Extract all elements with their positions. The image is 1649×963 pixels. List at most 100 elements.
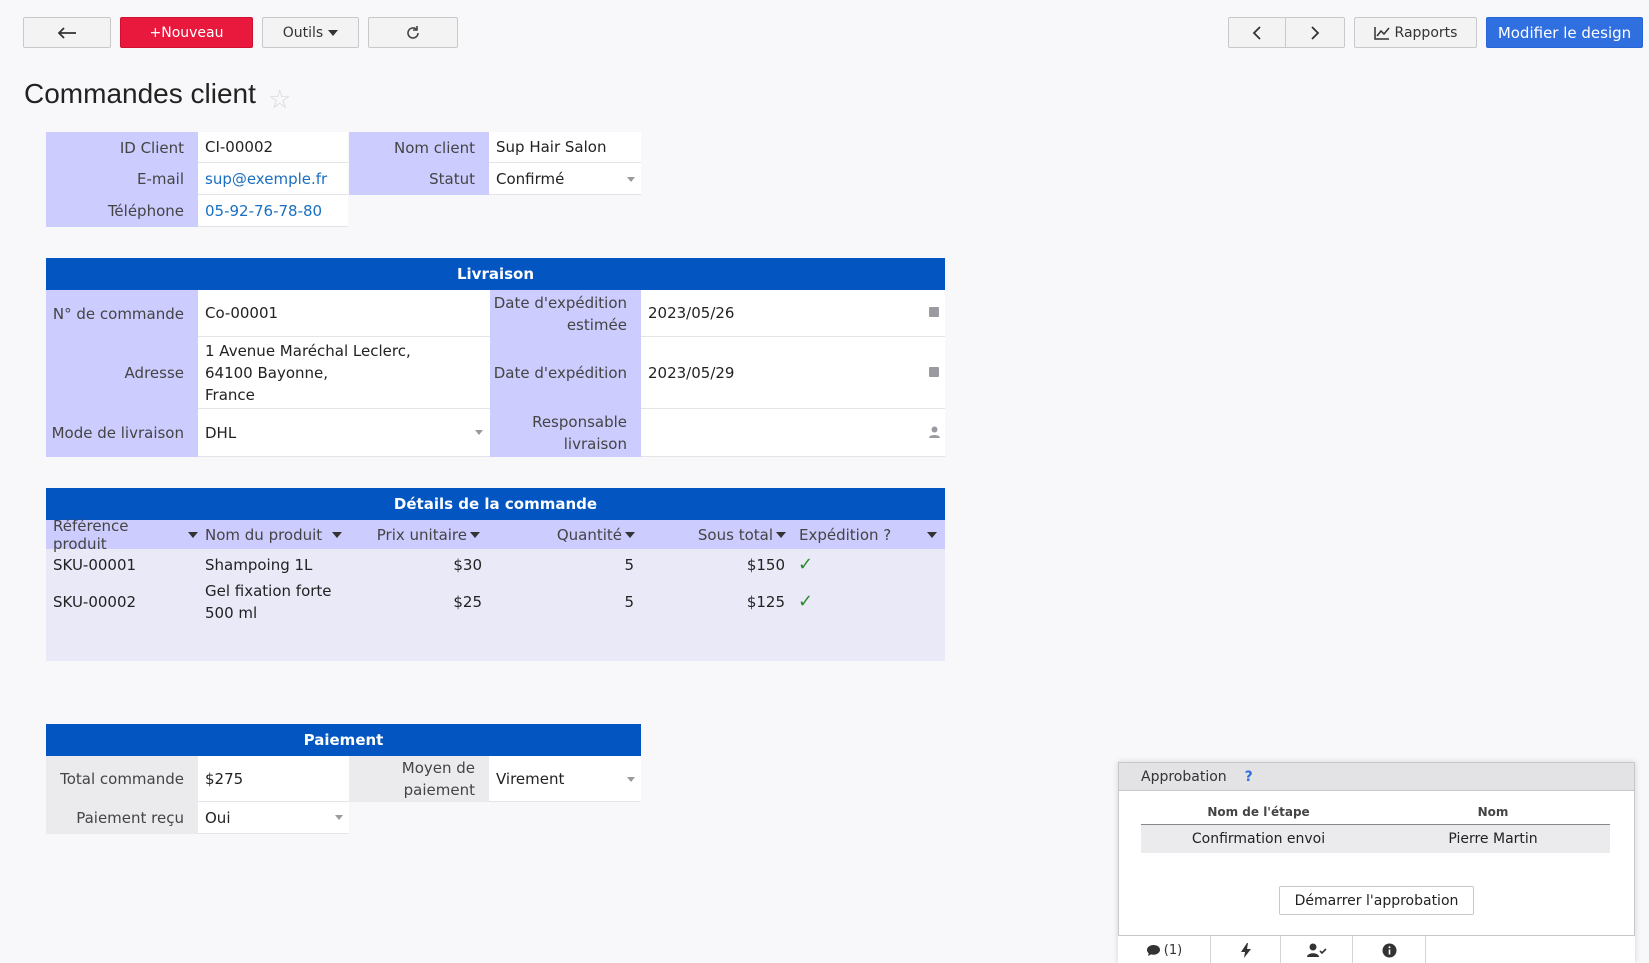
sort-caret-icon [625,531,635,538]
chevron-left-icon [1252,25,1261,40]
delivery-mode-label: Mode de livraison [46,409,198,457]
column-header-name: Nom [1477,805,1509,819]
user-check-icon [1306,943,1327,957]
status-select[interactable]: Confirmé [489,163,641,195]
payment-method-select[interactable]: Virement [489,756,641,802]
cell-sku: SKU-00001 [53,556,137,574]
cell-product-name: Shampoing 1L [205,556,313,574]
comment-icon [1146,944,1160,956]
column-header-subtotal[interactable]: Sous total [641,520,792,549]
column-header-step-name: Nom de l'étape [1207,805,1310,819]
delivery-section-header: Livraison [46,258,945,290]
lightning-icon [1240,942,1251,958]
delivery-mode-select[interactable]: DHL [198,409,490,457]
ship-date-field[interactable]: 2023/05/29 [641,337,945,409]
column-header-subtotal-label: Sous total [697,525,773,544]
sort-caret-icon [927,531,937,538]
next-record-button[interactable] [1285,17,1345,48]
customer-id-field[interactable]: CI-00002 [198,132,348,163]
address-line-2: 64100 Bayonne, [205,363,329,382]
estimated-ship-date-label-line-1: Date d'expédition [493,293,627,312]
edit-design-button[interactable]: Modifier le design [1486,17,1643,48]
sort-caret-icon [188,531,198,538]
order-total-field[interactable]: $275 [198,756,349,802]
bottom-bar: (1) [1118,935,1635,963]
delivery-owner-field[interactable] [641,409,945,457]
new-button[interactable]: +Nouveau [120,17,253,48]
approval-title: Approbation [1141,768,1227,785]
reports-button[interactable]: Rapports [1354,17,1477,48]
approval-step-cell: Confirmation envoi [1191,831,1326,847]
comments-count: (1) [1163,942,1183,958]
help-icon[interactable]: ? [1245,769,1253,785]
previous-record-button[interactable] [1228,17,1286,48]
column-header-product-name-label: Nom du produit [205,525,323,544]
product-name-line-2: 500 ml [205,604,258,622]
column-header-sku[interactable]: Référence produit [46,517,198,553]
customer-name-label: Nom client [349,132,489,163]
tools-menu-button[interactable]: Outils [262,17,359,48]
email-field[interactable]: sup@exemple.fr [198,163,348,195]
column-header-shipped[interactable]: Expédition ? [792,520,945,549]
address-field[interactable]: 1 Avenue Maréchal Leclerc, 64100 Bayonne… [198,337,490,409]
info-icon [1382,943,1396,957]
email-label: E-mail [46,163,198,195]
favorite-star-icon[interactable]: ☆ [268,85,291,115]
refresh-icon [407,25,419,39]
automation-tab[interactable] [1211,936,1281,963]
chevron-right-icon [1311,25,1320,40]
payment-method-label-line-2: paiement [403,781,475,799]
info-tab[interactable] [1353,936,1426,963]
line-chart-icon [1373,26,1390,40]
estimated-ship-date-label: Date d'expédition estimée [490,290,641,337]
tools-label: Outils [282,24,324,41]
approval-panel-header: Approbation ? [1119,763,1634,791]
address-label: Adresse [46,337,198,409]
refresh-button[interactable] [368,17,458,48]
delivery-owner-label-line-1: Responsable [532,413,627,431]
approval-table-header: Nom de l'étape Nom [1141,801,1610,825]
back-button[interactable] [23,17,111,48]
cell-unit-price: $25 [453,593,482,611]
order-total-label: Total commande [46,756,198,802]
cell-quantity: 5 [624,593,634,611]
sort-caret-icon [776,531,786,538]
approval-name-cell: Pierre Martin [1448,831,1538,847]
payment-received-dropdown-icon [335,815,343,820]
column-header-quantity[interactable]: Quantité [490,520,641,549]
order-details-section-header: Détails de la commande [46,488,945,520]
column-header-unit-price[interactable]: Prix unitaire [350,520,490,549]
calendar-icon[interactable] [929,307,939,317]
reports-label: Rapports [1394,24,1458,41]
user-icon[interactable] [929,426,940,438]
check-icon: ✓ [798,591,814,612]
delivery-owner-label: Responsable livraison [490,409,641,457]
arrow-left-icon [57,26,76,39]
product-name-line-1: Gel fixation forte [205,582,332,600]
start-approval-button[interactable]: Démarrer l'approbation [1279,886,1474,915]
estimated-ship-date-field[interactable]: 2023/05/26 [641,290,945,337]
payment-method-dropdown-icon [627,777,635,782]
payment-method-label: Moyen de paiement [349,756,489,802]
estimated-ship-date-label-line-2: estimée [566,315,627,334]
order-number-label: N° de commande [46,290,198,337]
ship-date-label: Date d'expédition [490,337,641,409]
payment-received-select[interactable]: Oui [198,802,349,834]
customer-name-field[interactable]: Sup Hair Salon [489,132,641,163]
payment-section-header: Paiement [46,724,641,756]
order-number-field[interactable]: Co-00001 [198,290,490,337]
calendar-icon[interactable] [929,367,939,377]
cell-subtotal: $150 [746,556,785,574]
cell-sku: SKU-00002 [53,593,137,611]
delivery-owner-label-line-2: livraison [563,435,627,453]
phone-label: Téléphone [46,195,198,227]
comments-tab[interactable]: (1) [1118,936,1211,963]
status-label: Statut [349,163,489,195]
phone-field[interactable]: 05-92-76-78-80 [198,195,348,227]
sort-caret-icon [332,531,342,538]
column-header-quantity-label: Quantité [556,525,622,544]
column-header-product-name[interactable]: Nom du produit [198,520,350,549]
payment-method-label-line-1: Moyen de [401,759,475,777]
approvals-tab[interactable] [1281,936,1353,963]
column-header-shipped-label: Expédition ? [799,525,892,544]
